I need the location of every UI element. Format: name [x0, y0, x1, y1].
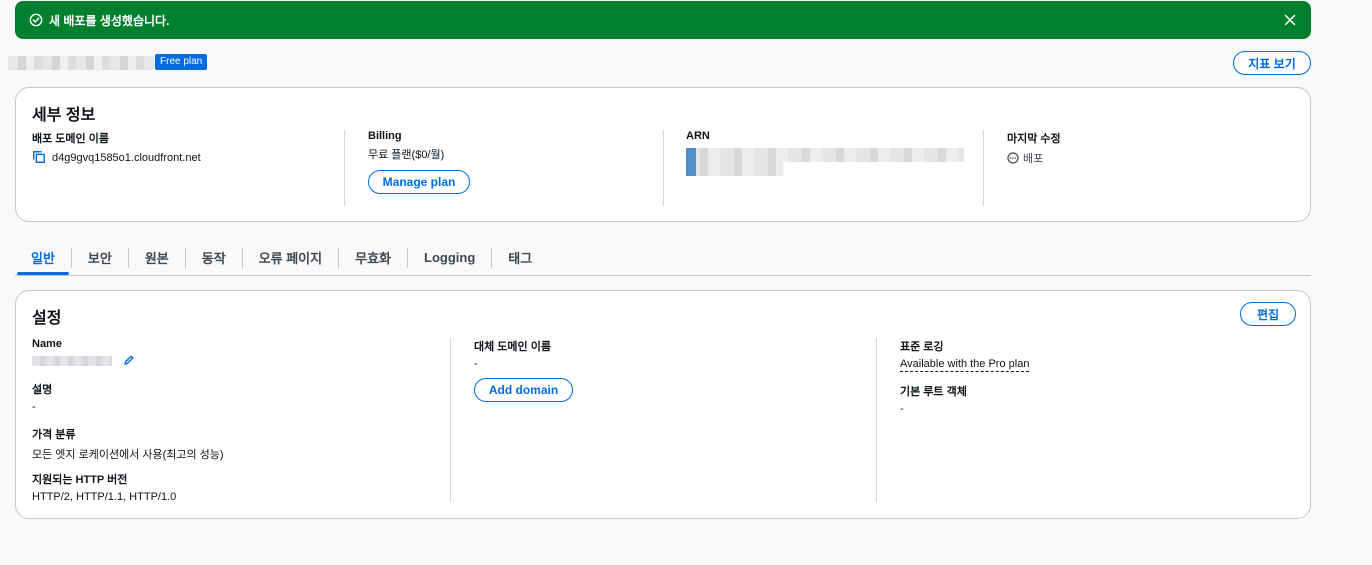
name-label: Name: [32, 338, 62, 350]
name-value-redacted: [32, 356, 112, 367]
check-circle-icon: [29, 13, 43, 27]
alt-domains-value: -: [474, 358, 478, 370]
name-value-row: [32, 354, 135, 367]
standard-logging-value[interactable]: Available with the Pro plan: [900, 358, 1030, 372]
tab-behaviors[interactable]: 동작: [186, 240, 242, 274]
last-modified-column: 마지막 수정 배포: [1007, 130, 1061, 166]
standard-logging-label: 표준 로깅: [900, 341, 944, 353]
billing-column: Billing 무료 플랜($0/월) Manage plan: [368, 130, 470, 194]
edit-button[interactable]: 편집: [1240, 302, 1296, 326]
pencil-icon[interactable]: [123, 354, 135, 366]
alt-domains-label: 대체 도메인 이름: [474, 341, 551, 353]
last-modified-row: 배포: [1007, 150, 1061, 166]
column-divider: [876, 338, 877, 502]
distribution-header: Free plan 지표 보기: [0, 48, 1372, 78]
arn-label: ARN: [686, 130, 710, 142]
settings-panel: 설정 편집 Name 설명 - 가격 분류 모든 엣지 로케이션에서 사용(최고…: [15, 290, 1311, 519]
arn-value-redacted: [686, 148, 964, 176]
copy-icon[interactable]: [32, 150, 46, 164]
description-label: 설명: [32, 384, 53, 396]
tab-logging[interactable]: Logging: [408, 240, 491, 274]
default-root-value: -: [900, 403, 904, 415]
arn-column: ARN: [686, 130, 964, 176]
distribution-id-redacted: [8, 56, 154, 70]
column-divider: [344, 130, 345, 206]
manage-plan-button[interactable]: Manage plan: [368, 170, 470, 194]
flash-message: 새 배포를 생성했습니다.: [49, 13, 170, 28]
tab-origins[interactable]: 원본: [129, 240, 185, 274]
tab-general[interactable]: 일반: [15, 240, 71, 275]
success-flash-banner: 새 배포를 생성했습니다.: [15, 1, 1311, 39]
billing-value: 무료 플랜($0/월): [368, 149, 445, 161]
description-field: 설명 -: [32, 381, 52, 413]
column-divider: [663, 130, 664, 206]
close-icon[interactable]: [1283, 13, 1297, 27]
http-versions-label: 지원되는 HTTP 버전: [32, 474, 128, 486]
default-root-field: 기본 루트 객체 -: [900, 383, 967, 415]
details-panel: 세부 정보 배포 도메인 이름 d4g9gvq1585o1.cloudfront…: [15, 87, 1311, 222]
column-divider: [450, 338, 451, 502]
http-versions-value: HTTP/2, HTTP/1.1, HTTP/1.0: [32, 491, 177, 503]
price-class-label: 가격 분류: [32, 429, 76, 441]
tab-tags[interactable]: 태그: [492, 240, 548, 274]
tab-security[interactable]: 보안: [72, 240, 128, 274]
domain-column: 배포 도메인 이름 d4g9gvq1585o1.cloudfront.net: [32, 130, 201, 164]
distribution-tabs: 일반 보안 원본 동작 오류 페이지 무효화 Logging 태그: [15, 240, 1311, 276]
tab-invalidations[interactable]: 무효화: [339, 240, 407, 274]
view-metrics-button[interactable]: 지표 보기: [1233, 51, 1311, 75]
price-class-value: 모든 엣지 로케이션에서 사용(최고의 성능): [32, 449, 224, 461]
last-modified-label: 마지막 수정: [1007, 133, 1061, 145]
settings-title: 설정: [32, 310, 62, 327]
http-versions-field: 지원되는 HTTP 버전 HTTP/2, HTTP/1.1, HTTP/1.0: [32, 471, 176, 503]
domain-value: d4g9gvq1585o1.cloudfront.net: [52, 152, 201, 164]
name-field: Name: [32, 338, 135, 367]
column-divider: [983, 130, 984, 206]
default-root-label: 기본 루트 객체: [900, 386, 967, 398]
alt-domains-field: 대체 도메인 이름 - Add domain: [474, 338, 573, 402]
plan-badge: Free plan: [155, 54, 208, 70]
add-domain-button[interactable]: Add domain: [474, 378, 573, 402]
billing-label: Billing: [368, 130, 402, 142]
standard-logging-field: 표준 로깅 Available with the Pro plan: [900, 338, 1030, 372]
details-title: 세부 정보: [32, 107, 96, 124]
tab-error-pages[interactable]: 오류 페이지: [243, 240, 338, 274]
in-progress-icon: [1007, 152, 1019, 164]
description-value: -: [32, 401, 36, 413]
price-class-field: 가격 분류 모든 엣지 로케이션에서 사용(최고의 성능): [32, 426, 224, 462]
domain-label: 배포 도메인 이름: [32, 133, 109, 145]
domain-value-row: d4g9gvq1585o1.cloudfront.net: [32, 150, 201, 164]
last-modified-value: 배포: [1023, 153, 1044, 165]
